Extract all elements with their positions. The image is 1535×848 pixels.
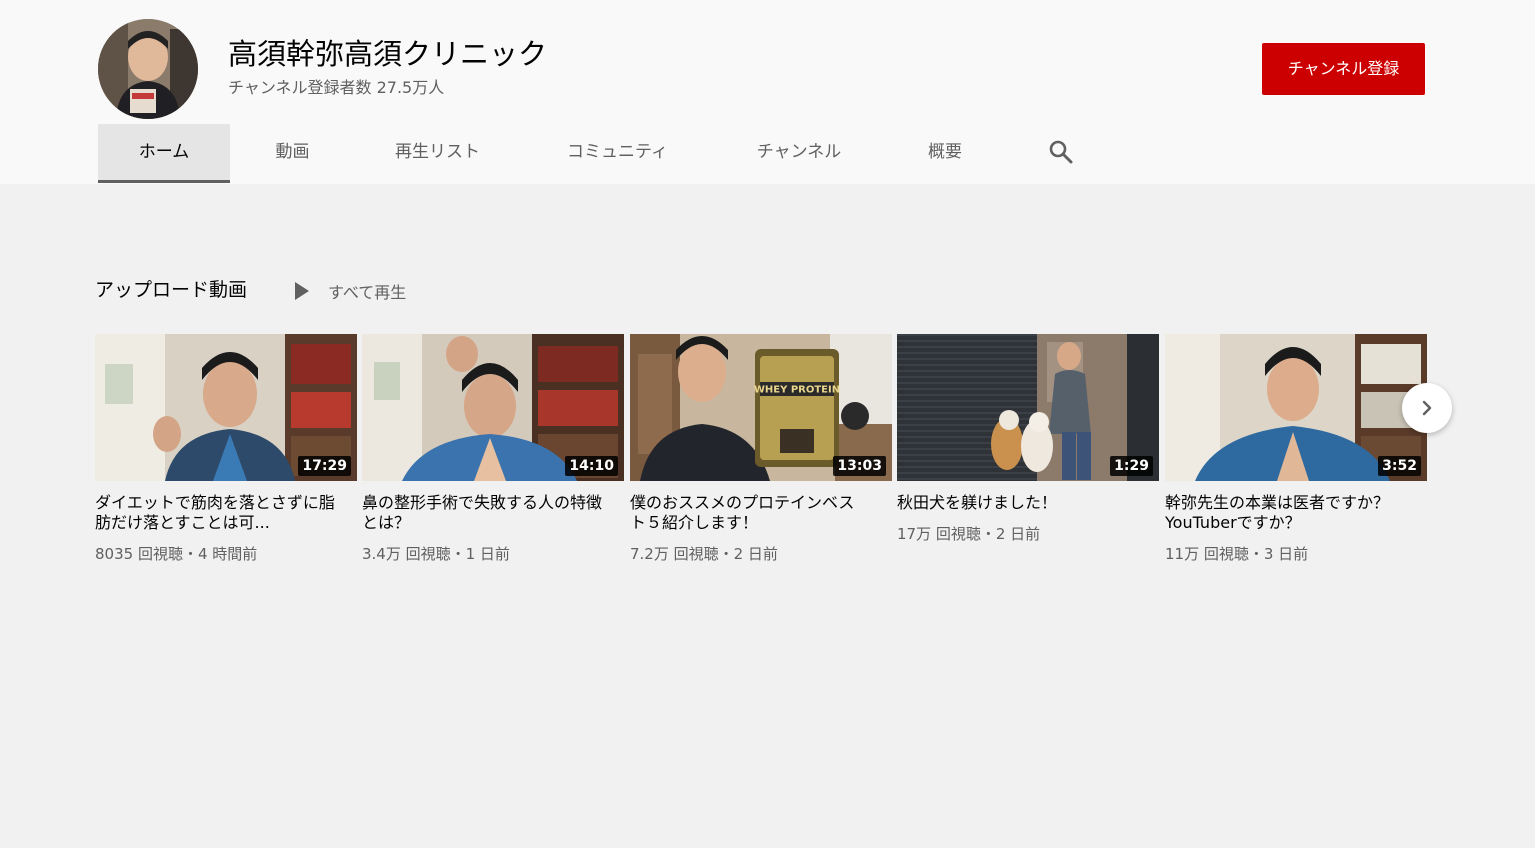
video-meta: 11万 回視聴・3 日前 [1165, 545, 1309, 563]
video-card[interactable]: 1:29 秋田犬を躾けました！ 17万 回視聴・2 日前 [897, 334, 1159, 544]
video-title[interactable]: 僕のおススメのプロテインベスト５紹介します！ [630, 493, 870, 533]
video-thumbnail[interactable]: 14:10 [362, 334, 624, 481]
video-title[interactable]: 鼻の整形手術で失敗する人の特徴とは？ [362, 493, 602, 533]
video-meta: 8035 回視聴・4 時間前 [95, 545, 258, 563]
video-thumbnail[interactable]: 1:29 [897, 334, 1159, 481]
tab-about[interactable]: 概要 [910, 124, 980, 183]
channel-header: 高須幹弥高須クリニック チャンネル登録者数 27.5万人 チャンネル登録 ホーム… [0, 0, 1535, 184]
channel-name: 高須幹弥高須クリニック [228, 37, 548, 71]
video-meta: 3.4万 回視聴・1 日前 [362, 545, 510, 563]
video-duration: 14:10 [565, 456, 618, 476]
video-duration: 17:29 [298, 456, 351, 476]
video-title[interactable]: 幹弥先生の本業は医者ですか？YouTuberですか？ [1165, 493, 1405, 533]
tab-community[interactable]: コミュニティ [545, 124, 690, 183]
next-arrow-button[interactable] [1402, 383, 1452, 433]
video-thumbnail[interactable]: WHEY PROTEIN 13:03 [630, 334, 892, 481]
section-title: アップロード動画 [95, 279, 248, 301]
video-duration: 1:29 [1110, 456, 1153, 476]
tab-playlists[interactable]: 再生リスト [375, 124, 500, 183]
subscribe-button[interactable]: チャンネル登録 [1262, 43, 1425, 95]
play-all-button[interactable]: すべて再生 [292, 279, 406, 303]
video-title[interactable]: 秋田犬を躾けました！ [897, 493, 1137, 513]
play-all-label: すべて再生 [328, 283, 407, 302]
protein-label: WHEY PROTEIN [754, 385, 840, 396]
search-icon[interactable] [1046, 137, 1076, 167]
chevron-right-icon [1422, 400, 1432, 416]
channel-avatar[interactable] [98, 19, 198, 119]
video-thumbnail[interactable]: 17:29 [95, 334, 357, 481]
video-card[interactable]: WHEY PROTEIN 13:03 僕のおススメのプロテインベスト５紹介します… [630, 334, 892, 564]
video-card[interactable]: 3:52 幹弥先生の本業は医者ですか？YouTuberですか？ 11万 回視聴・… [1165, 334, 1427, 564]
subscriber-count: チャンネル登録者数 27.5万人 [228, 78, 445, 97]
video-meta: 7.2万 回視聴・2 日前 [630, 545, 778, 563]
play-icon [295, 282, 309, 300]
video-duration: 13:03 [833, 456, 886, 476]
tab-videos[interactable]: 動画 [255, 124, 330, 183]
video-duration: 3:52 [1378, 456, 1421, 476]
video-card[interactable]: 14:10 鼻の整形手術で失敗する人の特徴とは？ 3.4万 回視聴・1 日前 [362, 334, 624, 564]
video-thumbnail[interactable]: 3:52 [1165, 334, 1427, 481]
video-meta: 17万 回視聴・2 日前 [897, 525, 1041, 543]
tab-home[interactable]: ホーム [98, 124, 230, 183]
video-card[interactable]: 17:29 ダイエットで筋肉を落とさずに脂肪だけ落とすことは可... 8035 … [95, 334, 357, 564]
video-title[interactable]: ダイエットで筋肉を落とさずに脂肪だけ落とすことは可... [95, 493, 335, 533]
tab-channels[interactable]: チャンネル [735, 124, 863, 183]
